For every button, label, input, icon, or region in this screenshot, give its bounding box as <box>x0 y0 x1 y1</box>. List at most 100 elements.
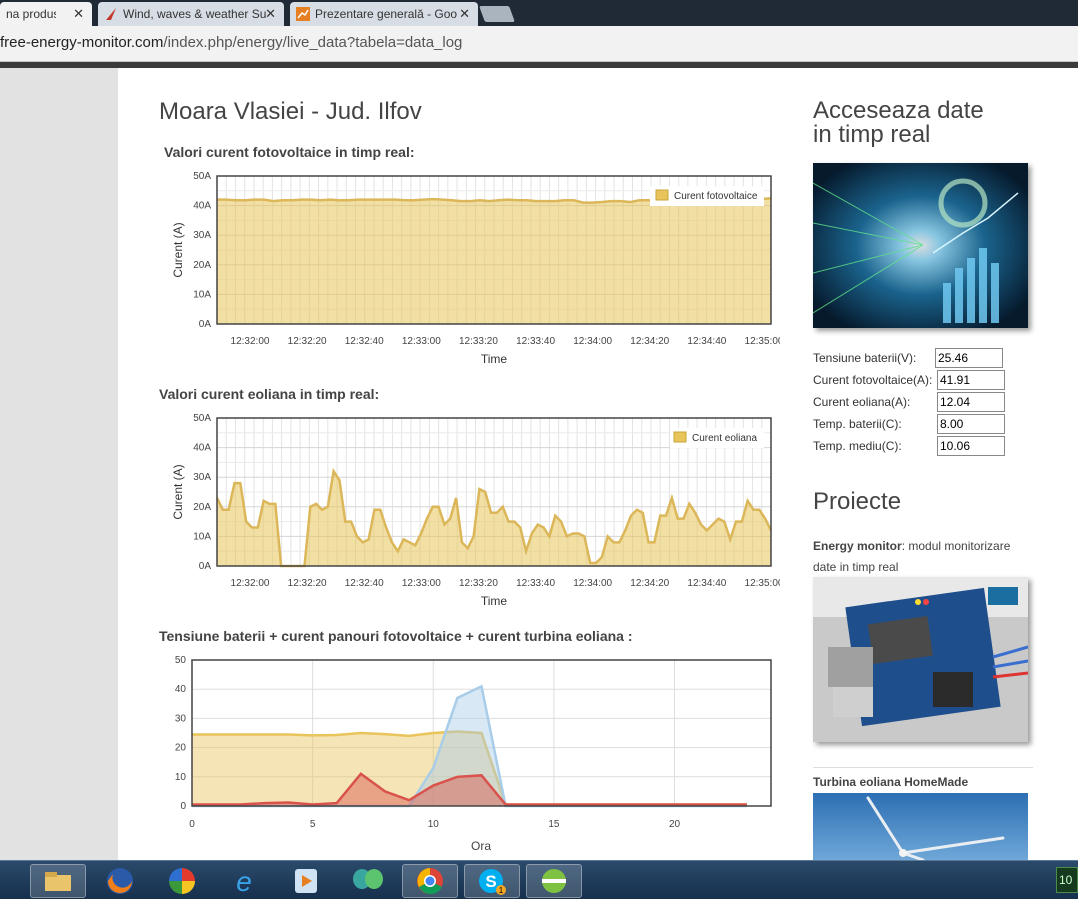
x-tick-label: 12:34:20 <box>630 336 669 347</box>
y-tick-label: 20 <box>175 743 187 754</box>
windsurf-icon <box>106 8 116 20</box>
close-icon[interactable]: ✕ <box>265 6 276 22</box>
plot-area: 0 10 20 30 40 50 0 5 10 15 20 <box>175 655 772 830</box>
windows-taskbar: e S1 10 <box>0 860 1078 899</box>
y-tick-label: 30A <box>193 230 211 241</box>
y-tick-label: 0A <box>199 319 212 330</box>
internet-explorer-icon: e <box>236 866 252 896</box>
browser-tab-bar: na produsa d ✕ Wind, waves & weather Su … <box>0 0 1078 26</box>
x-tick-label: 12:33:00 <box>402 336 441 347</box>
legend-label: Curent fotovoltaice <box>674 191 758 202</box>
y-tick-label: 30A <box>193 472 211 483</box>
left-sidebar <box>0 68 118 860</box>
wind-chart-title: Valori curent eoliana in timp real: <box>159 386 380 402</box>
projects-title: Proiecte <box>813 488 902 515</box>
pv-chart-title: Valori curent fotovoltaice in timp real: <box>164 144 415 160</box>
taskbar-ie[interactable]: e <box>216 864 272 898</box>
x-tick-label: 12:32:40 <box>345 578 384 589</box>
analytics-icon <box>296 7 310 21</box>
reading-label: Curent eoliana(A): <box>813 395 911 409</box>
y-axis-label: Curent (A) <box>171 464 185 519</box>
x-tick-label: 12:34:40 <box>687 336 726 347</box>
reading-value[interactable]: 8.00 <box>937 414 1005 434</box>
green-globe-icon <box>542 869 566 893</box>
url-text[interactable]: free-energy-monitor.com/index.php/energy… <box>0 34 462 51</box>
y-axis-label: Curent (A) <box>171 222 185 277</box>
x-tick-label: 12:34:00 <box>573 578 612 589</box>
taskbar-app-green[interactable] <box>340 864 396 898</box>
y-tick-label: 10A <box>193 531 211 542</box>
realtime-title-line1: Acceseaza date <box>813 97 984 124</box>
y-tick-label: 10 <box>175 772 187 783</box>
taskbar-chrome[interactable] <box>402 864 458 898</box>
y-tick-label: 40A <box>193 443 211 454</box>
legend-swatch <box>673 431 687 443</box>
x-tick-label: 12:32:20 <box>288 336 327 347</box>
reading-value[interactable]: 12.04 <box>937 392 1005 412</box>
reading-wind-current: Curent eoliana(A): 12.04 <box>813 392 1013 412</box>
legend: Curent eoliana <box>670 428 764 448</box>
x-tick-label: 10 <box>428 819 440 830</box>
tab-title: Prezentare generală - Goo <box>315 7 458 21</box>
close-icon[interactable]: ✕ <box>459 6 470 22</box>
start-button[interactable] <box>0 864 12 898</box>
firefox-icon <box>107 868 133 894</box>
realtime-title-line2: in timp real <box>813 121 931 148</box>
x-tick-label: 12:33:20 <box>459 578 498 589</box>
reading-value[interactable]: 25.46 <box>935 348 1003 368</box>
y-tick-label: 50A <box>193 171 211 182</box>
y-tick-label: 10A <box>193 289 211 300</box>
x-axis-label: Time <box>481 352 508 366</box>
url-host: free-energy-monitor.com <box>0 34 164 51</box>
folder-icon <box>45 872 71 891</box>
close-icon[interactable]: ✕ <box>73 6 84 22</box>
x-tick-label: 0 <box>189 819 195 830</box>
taskbar-skype[interactable]: S1 <box>464 864 520 898</box>
x-axis-label: Ora <box>471 839 491 853</box>
y-tick-label: 0A <box>199 561 212 572</box>
x-tick-label: 5 <box>310 819 316 830</box>
y-tick-label: 40A <box>193 201 211 212</box>
reading-value[interactable]: 10.06 <box>937 436 1005 456</box>
system-clock[interactable]: 10 <box>1056 867 1078 893</box>
site-header-strip <box>0 62 1078 68</box>
media-player-icon <box>295 869 317 893</box>
combined-chart: Ora 0 10 20 30 40 50 0 5 10 15 20 <box>175 655 772 853</box>
tab-overview[interactable]: Prezentare generală - Goo ✕ <box>290 2 478 26</box>
new-tab-button[interactable] <box>479 6 515 22</box>
taskbar-firefox[interactable] <box>92 864 148 898</box>
y-tick-label: 50 <box>175 655 187 666</box>
butterfly-icon <box>353 869 383 889</box>
energy-monitor-image[interactable] <box>813 577 1028 742</box>
reading-value[interactable]: 41.91 <box>937 370 1005 390</box>
y-tick-label: 20A <box>193 260 211 271</box>
url-path: /index.php/energy/live_data?tabela=data_… <box>163 34 463 51</box>
skype-icon: S1 <box>479 869 506 895</box>
y-tick-label: 0 <box>180 801 186 812</box>
x-tick-label: 12:35:00 <box>745 578 780 589</box>
taskbar-pie-app[interactable] <box>154 864 210 898</box>
x-axis-label: Time <box>481 594 508 608</box>
pv-current-chart: Curent (A) Time 0A 10A 20A 30A 40A 50A 12:32:0… <box>171 171 780 366</box>
taskbar-explorer[interactable] <box>30 864 86 898</box>
divider <box>813 767 1033 768</box>
circuit-board-image <box>813 577 1028 742</box>
x-tick-label: 12:32:40 <box>345 336 384 347</box>
x-tick-label: 12:32:00 <box>231 578 270 589</box>
realtime-data-image[interactable] <box>813 163 1028 328</box>
address-bar[interactable]: free-energy-monitor.com/index.php/energy… <box>0 26 1078 62</box>
combo-chart-title: Tensiune baterii + curent panouri fotovo… <box>159 628 633 644</box>
taskbar-media-player[interactable] <box>278 864 334 898</box>
project-link-energy-monitor[interactable]: Energy monitor <box>813 539 902 553</box>
x-tick-label: 12:34:00 <box>573 336 612 347</box>
x-tick-label: 12:33:40 <box>516 336 555 347</box>
tab-wind-waves[interactable]: Wind, waves & weather Su ✕ <box>98 2 284 26</box>
svg-text:S: S <box>485 872 496 891</box>
taskbar-app-globe[interactable] <box>526 864 582 898</box>
wind-turbine-image[interactable] <box>813 793 1028 860</box>
realtime-title: Acceseaza date in timp real <box>813 99 984 147</box>
tab-active[interactable]: na produsa d ✕ <box>0 2 92 26</box>
project-link-wind-turbine[interactable]: Turbina eoliana HomeMade <box>813 775 968 789</box>
x-tick-label: 12:33:00 <box>402 578 441 589</box>
tab-title: Wind, waves & weather Su <box>123 7 267 21</box>
